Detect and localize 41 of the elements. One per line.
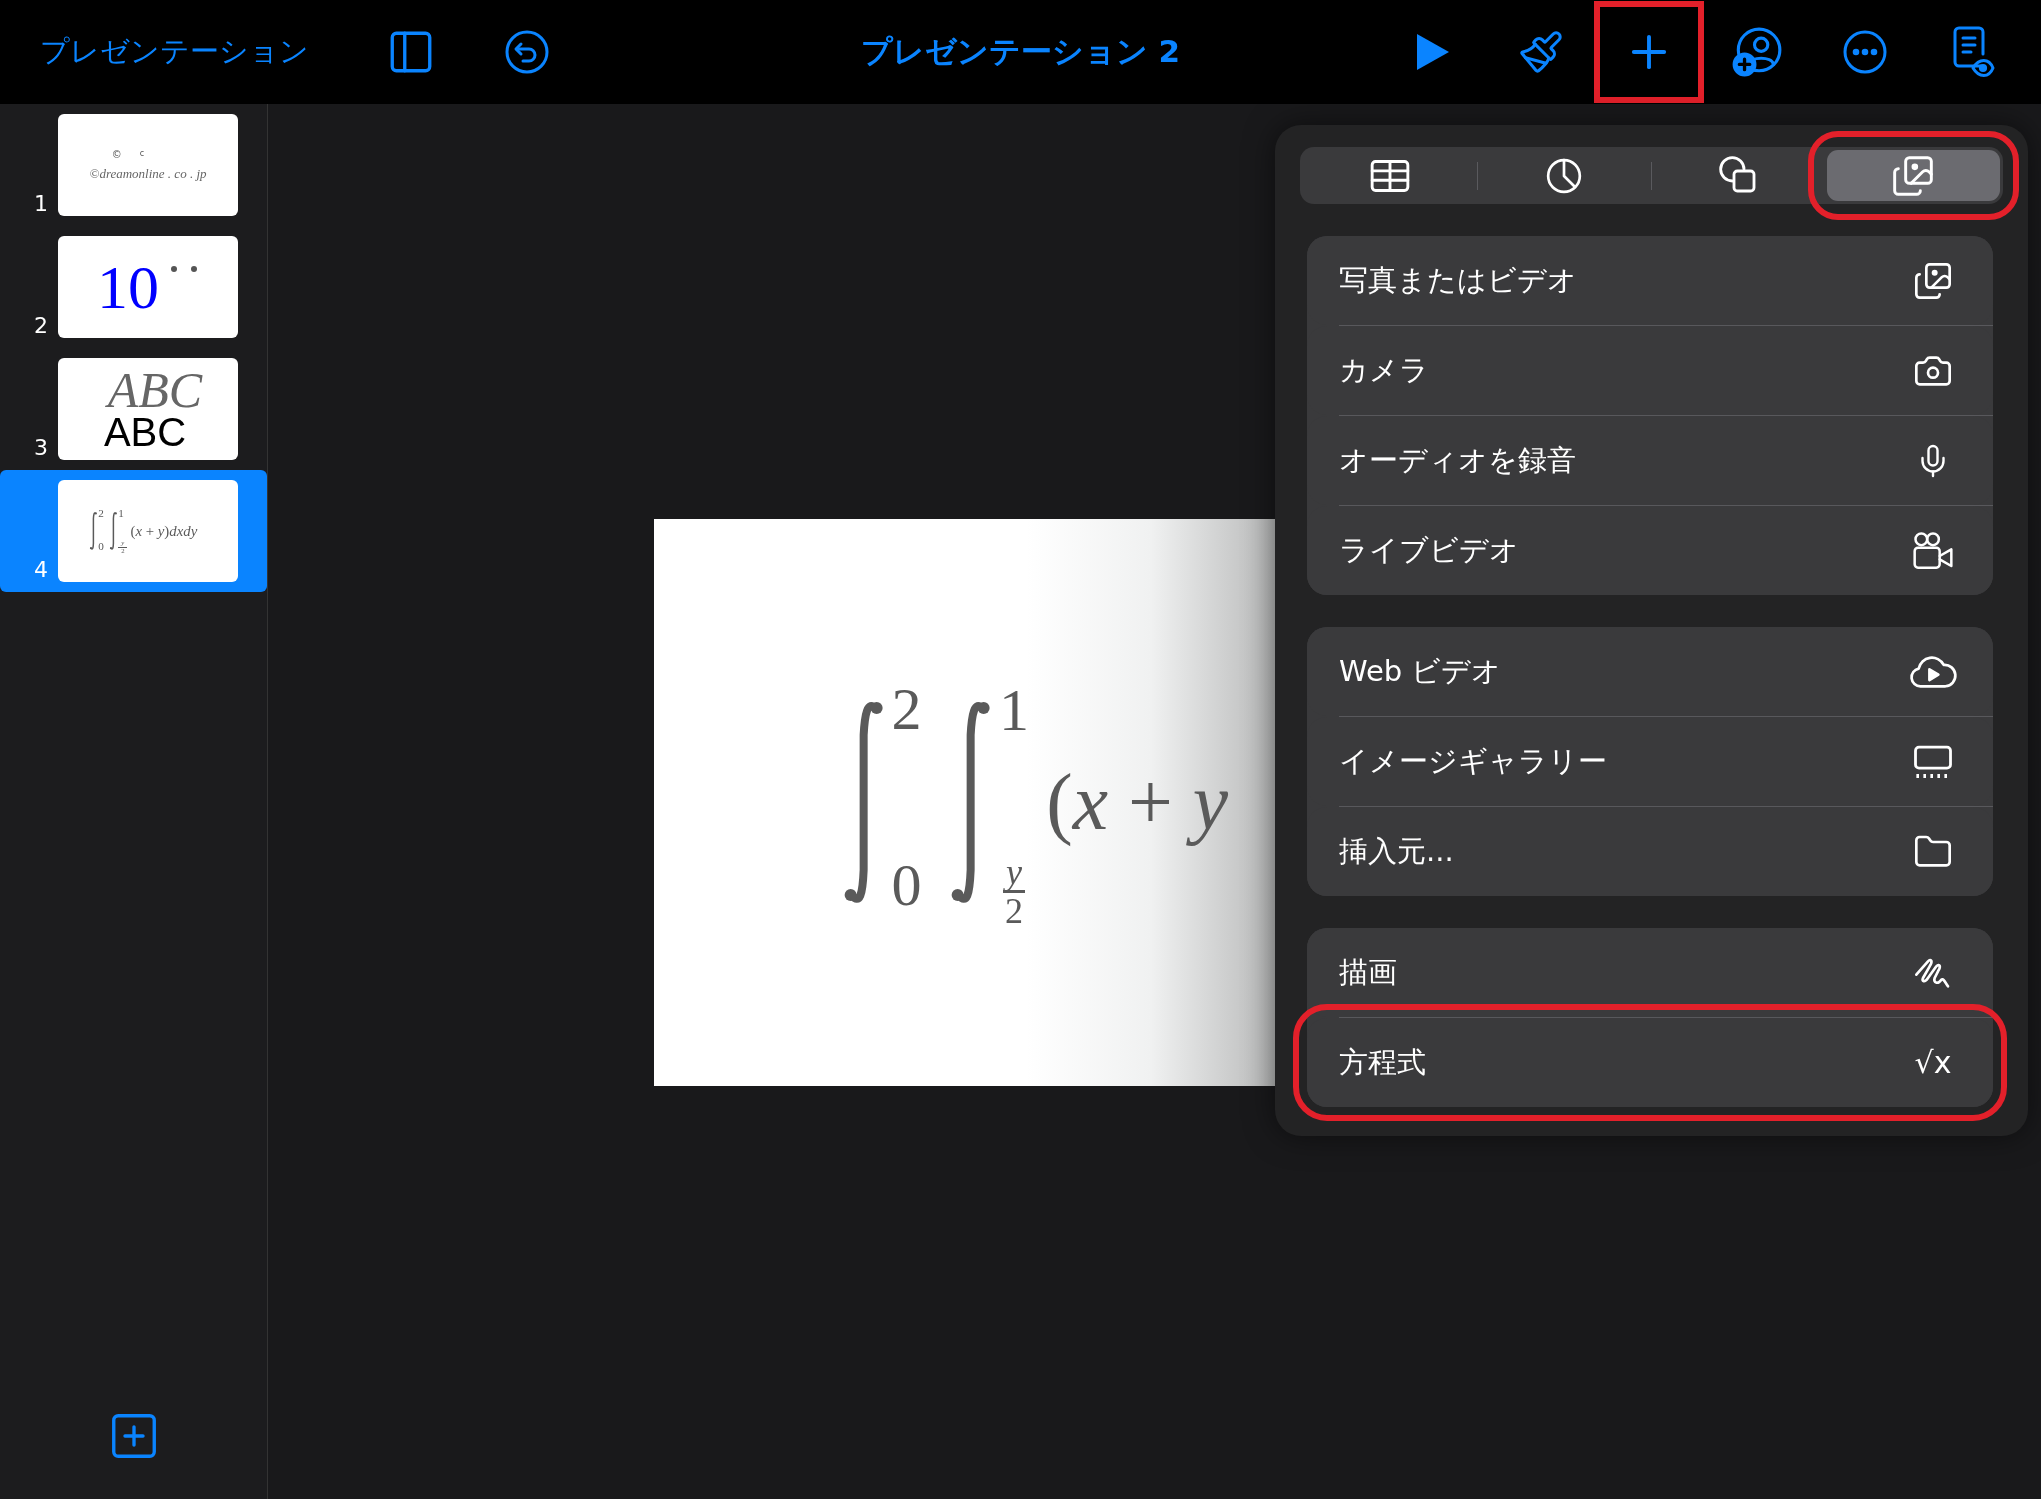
lower-limit: 0 xyxy=(98,540,104,552)
video-camera-icon xyxy=(1911,530,1955,571)
person-plus-icon xyxy=(1730,25,1784,79)
upper-limit: 1 xyxy=(118,508,125,520)
document-title: プレゼンテーション 2 xyxy=(860,32,1181,71)
table-icon xyxy=(1368,158,1411,193)
pie-chart-icon xyxy=(1545,156,1584,195)
upper-limit: 1 xyxy=(999,679,1030,741)
more-icon xyxy=(1841,28,1889,76)
undo-icon xyxy=(503,28,551,76)
integral-sign xyxy=(88,511,98,551)
add-button[interactable] xyxy=(1597,4,1701,100)
media-tab[interactable] xyxy=(1826,150,2000,201)
upper-limit: 2 xyxy=(98,508,104,520)
lower-limit: 0 xyxy=(891,855,922,916)
slide-number-text: 10 xyxy=(97,256,159,318)
brush-icon xyxy=(1518,29,1564,75)
fraction-denominator: 2 xyxy=(1005,893,1024,930)
slide-thumbnail-row[interactable]: 1 © c ©dreamonline . co . jp xyxy=(0,104,267,226)
slide-thumbnail-row[interactable]: 2 10 xyxy=(0,226,267,348)
integral-sign xyxy=(108,511,118,551)
photos-icon xyxy=(1913,260,1953,301)
gallery-icon xyxy=(1912,743,1954,780)
slide-number: 4 xyxy=(33,557,49,582)
slide-number: 2 xyxy=(33,313,49,338)
integrand: (x + y)dxdy xyxy=(130,522,198,540)
back-link[interactable]: プレゼンテーション xyxy=(40,32,309,72)
tiny-mark: c xyxy=(139,148,145,160)
slide-number: 3 xyxy=(33,435,49,460)
upper-limit: 2 xyxy=(891,678,922,740)
italic-letters: ABC xyxy=(107,367,203,413)
play-icon xyxy=(1415,32,1451,72)
photos-icon xyxy=(1891,153,1936,198)
copyright-text: ©dreamonline . co . jp xyxy=(89,165,207,182)
square-root-icon: √x xyxy=(1905,1045,1961,1080)
tiny-mark: © xyxy=(111,148,122,160)
letters: ABC xyxy=(103,412,187,451)
slide-thumbnail-row[interactable]: 3 ABC ABC xyxy=(0,348,267,470)
integrand: (x + y xyxy=(1046,757,1229,848)
slide-number: 1 xyxy=(33,191,49,216)
dots-drawing xyxy=(169,264,199,274)
